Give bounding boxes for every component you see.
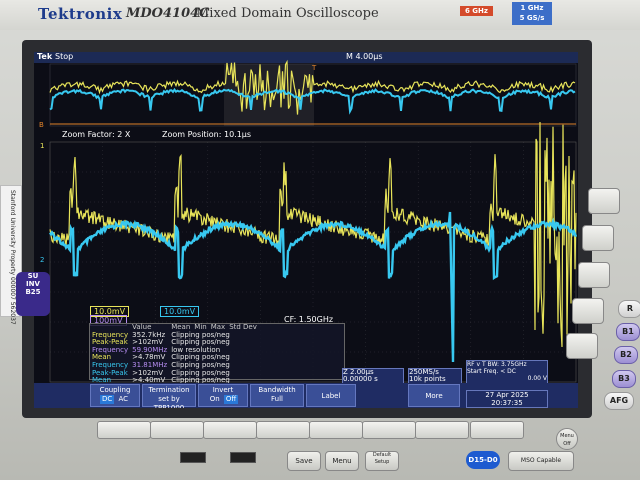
invert-label: Invert [212, 386, 234, 394]
afg-key[interactable]: AFG [604, 392, 634, 410]
coupling-dc[interactable]: DC [99, 395, 115, 404]
softkey-5[interactable] [309, 421, 363, 439]
badge-samplerate: 5 GS/s [519, 14, 545, 22]
softkey-8[interactable] [470, 421, 524, 439]
side-key-3[interactable] [578, 262, 610, 288]
asset-sticker-text: Stanford University Property 000007 5620… [9, 190, 16, 325]
date: 27 Apr 2025 [485, 391, 529, 399]
d15-d0-button[interactable]: D15-D0 [466, 451, 500, 469]
b1-key[interactable]: B1 [616, 323, 640, 341]
sticker-owner: Stanford University Property [9, 190, 16, 276]
mso-capable-label: MSO Capable [508, 451, 574, 471]
coupling-ac[interactable]: AC [116, 395, 130, 404]
ch2-marker: 2 [40, 256, 44, 264]
invert-off[interactable]: Off [223, 395, 239, 404]
invert-on[interactable]: On [208, 395, 222, 404]
label-button[interactable]: Label [306, 384, 356, 407]
hdr-stddev: Std Dev [229, 323, 257, 331]
menu-button[interactable]: Menu [325, 451, 359, 471]
side-key-2[interactable] [582, 225, 614, 251]
badge-ghz: 6 GHz [460, 6, 493, 16]
invert-button[interactable]: Invert On Off [198, 384, 248, 407]
label-button-text: Label [321, 392, 341, 400]
usb-port-1[interactable] [180, 452, 206, 463]
datetime-readout: 27 Apr 2025 20:37:35 [466, 390, 548, 408]
badge-bandwidth: 1 GHz [520, 4, 544, 12]
tag-line-3: B25 [25, 288, 41, 296]
trigger-level: 0.00 V [527, 375, 547, 382]
softkey-1[interactable] [97, 421, 151, 439]
sticker-id: 000007 562037 [9, 277, 16, 325]
coupling-button[interactable]: Coupling DC AC [90, 384, 140, 407]
bandwidth-button[interactable]: Bandwidth Full [250, 384, 304, 407]
termination-button[interactable]: Termination set by TPP1000 [142, 384, 196, 408]
usb-port-2[interactable] [230, 452, 256, 463]
coupling-label: Coupling [99, 386, 131, 394]
horizontal-position: 0.00000 s [343, 375, 378, 383]
bandwidth-label: Bandwidth [258, 386, 296, 394]
default-setup-button[interactable]: Default Setup [365, 451, 399, 471]
ch2-scale-label: 10.0mV [164, 307, 196, 316]
zoom-position: Zoom Position: 10.1µs [162, 130, 252, 139]
side-key-1[interactable] [588, 188, 620, 214]
model-name: Mixed Domain Oscilloscope [196, 6, 379, 21]
termination-value: set by TPP1000 [153, 395, 185, 408]
time: 20:37:35 [491, 399, 523, 407]
bottom-menu-bar: Coupling DC AC Termination set by TPP100… [34, 383, 578, 408]
side-key-5[interactable] [566, 333, 598, 359]
tag-line-1: SU [27, 272, 39, 280]
softkey-2[interactable] [150, 421, 204, 439]
b2-key[interactable]: B2 [614, 346, 638, 364]
softkey-6[interactable] [362, 421, 416, 439]
tag-line-2: INV [26, 280, 40, 288]
trigger-marker-t: T [311, 64, 317, 72]
measurement-panel[interactable]: Value Mean Min Max Std Dev Frequency 352… [89, 323, 345, 384]
rf-bandwidth: RF v T BW: 3.75GHz [467, 361, 527, 368]
rf-readout[interactable]: RF v T BW: 3.75GHz Start Freq. < DC 0.00… [466, 360, 548, 385]
more-button-text: More [425, 392, 443, 400]
measurement-table: Value Mean Min Max Std Dev Frequency 352… [90, 323, 259, 385]
record-length: 10k points [409, 375, 446, 383]
bandwidth-value: Full [271, 395, 283, 403]
save-button[interactable]: Save [287, 451, 321, 471]
softkey-7[interactable] [415, 421, 469, 439]
softkey-3[interactable] [203, 421, 257, 439]
more-button[interactable]: More [408, 384, 460, 407]
overview-marker-b: B [39, 121, 44, 129]
inventory-tag: SU INV B25 [16, 272, 50, 316]
termination-label: Termination [148, 386, 190, 394]
menu-off-button[interactable]: Menu Off [556, 428, 578, 450]
zoom-factor: Zoom Factor: 2 X [62, 130, 131, 139]
brand-logo: Tektronix [38, 5, 123, 23]
b3-key[interactable]: B3 [612, 370, 636, 388]
ch2-scale[interactable]: 10.0mV [160, 306, 200, 317]
side-key-4[interactable] [572, 298, 604, 324]
r-key[interactable]: R [618, 300, 640, 318]
softkey-4[interactable] [256, 421, 310, 439]
scope-screen: Tek Stop M 4.00µs T B 1 2 Zoom Factor: 2… [34, 52, 578, 408]
rf-start-freq: Start Freq. < DC [467, 368, 516, 375]
ch1-marker: 1 [40, 142, 44, 150]
badge-spec: 1 GHz 5 GS/s [512, 2, 552, 25]
